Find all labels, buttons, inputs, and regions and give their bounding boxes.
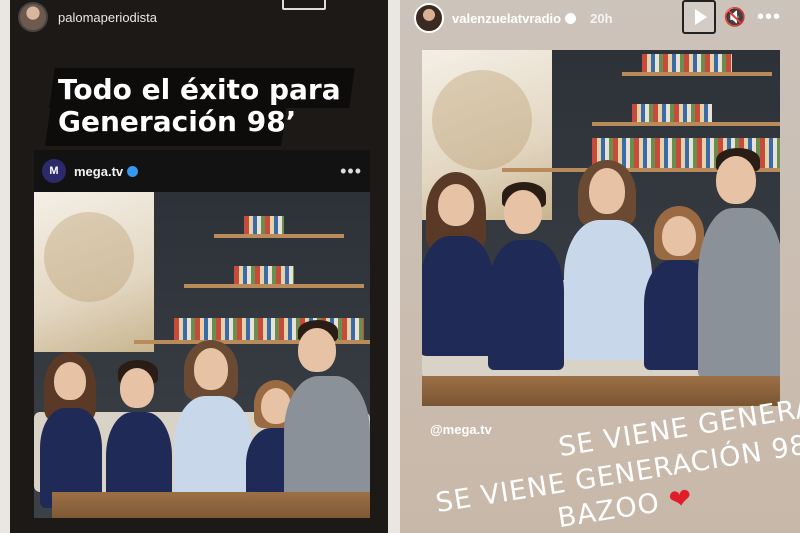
right-username: valenzuelatvradio [452,10,562,26]
family-photo-right [422,50,780,406]
right-story[interactable]: valenzuelatvradio 20h 🔇 ••• @mega.tv SE … [400,0,800,533]
photo-books [244,216,284,234]
photo-books [632,104,712,122]
headline-line-2: Generación 98’ [58,105,297,138]
mega-logo-icon[interactable]: M [42,159,66,183]
photo-tree [432,70,532,170]
headline-text: Todo el éxito para Generación 98’ [48,68,351,144]
photo-shelf [184,284,364,288]
embedded-post-account-name: mega.tv [74,163,124,179]
headline-line-1: Todo el éxito para [58,73,341,106]
play-icon [694,9,707,25]
photo-books [234,266,294,284]
left-story[interactable]: palomaperiodista Todo el éxito para Gene… [10,0,388,533]
left-username[interactable]: palomaperiodista [58,10,157,25]
verified-badge-icon [127,165,139,177]
post-more-icon[interactable]: ••• [340,161,362,182]
photo-tree [44,212,134,302]
family-photo [34,192,370,518]
headline-sticker: Todo el éxito para Generación 98’ [45,68,355,146]
mention-tag[interactable]: @mega.tv [430,422,492,437]
left-top-control[interactable] [282,0,326,10]
photo-shelf [214,234,344,238]
verified-badge-icon [565,12,577,24]
screen: palomaperiodista Todo el éxito para Gene… [0,0,800,533]
play-button[interactable] [682,0,716,34]
right-username-wrap[interactable]: valenzuelatvradio [452,10,577,26]
heart-icon: ❤ [666,482,695,517]
photo-shelf [622,72,772,76]
family-photo-right-inner [422,50,780,406]
photo-coffee-table [52,492,370,518]
photo-coffee-table [422,376,780,406]
embedded-post-header: M mega.tv ••• [34,150,370,192]
more-options-icon[interactable]: ••• [754,2,784,32]
embedded-post[interactable]: M mega.tv ••• [34,150,370,518]
mute-icon[interactable]: 🔇 [720,2,750,32]
right-avatar[interactable] [414,3,444,33]
left-avatar[interactable] [18,2,48,32]
photo-shelf [592,122,780,126]
story-time: 20h [590,10,613,26]
photo-books [642,54,732,72]
embedded-post-account[interactable]: mega.tv [74,163,139,179]
left-story-header: palomaperiodista [18,2,157,32]
